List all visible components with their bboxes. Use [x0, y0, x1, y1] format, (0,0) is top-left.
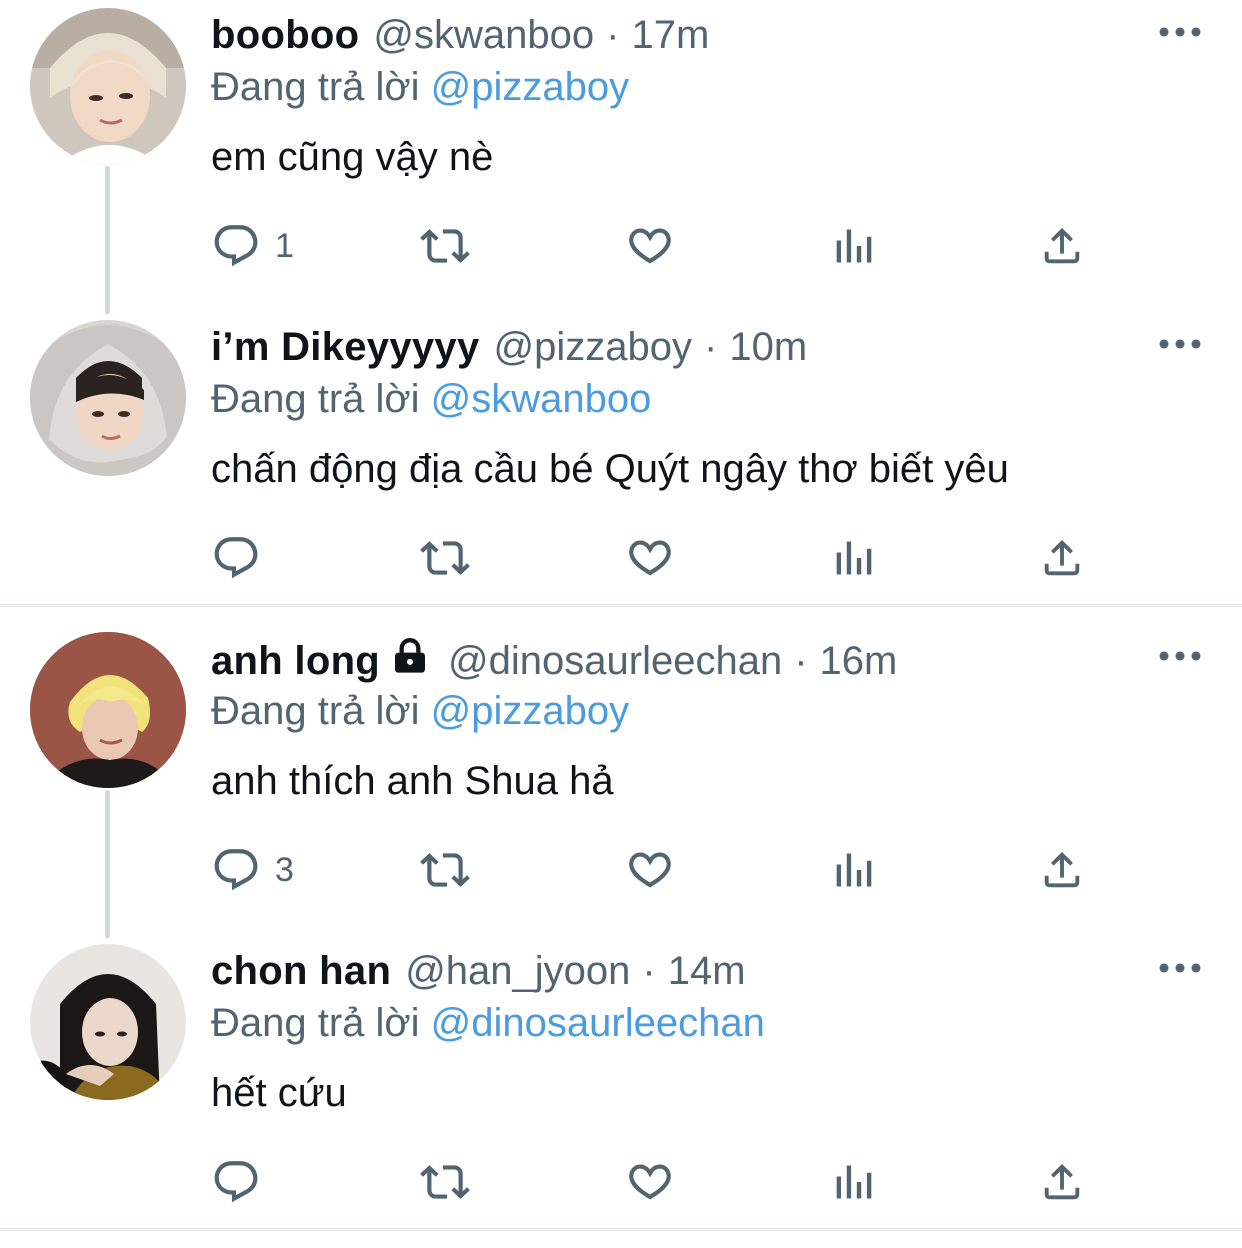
separator-dot: · [704, 325, 718, 369]
replying-to-mention[interactable]: @pizzaboy [431, 689, 629, 733]
tweet-header: chon han @han_jyoon · 14m [211, 948, 746, 994]
like-button[interactable] [625, 842, 675, 898]
share-icon [1044, 851, 1080, 888]
retweet-button[interactable] [417, 530, 473, 586]
retweet-icon [420, 1165, 470, 1199]
replying-to-mention[interactable]: @skwanboo [431, 377, 652, 421]
reply-button[interactable] [211, 1154, 275, 1210]
views-button[interactable] [833, 1154, 877, 1210]
avatar[interactable] [30, 8, 186, 164]
views-icon [836, 541, 872, 575]
replying-to-line: Đang trả lời @pizzaboy [211, 688, 629, 734]
avatar[interactable] [30, 632, 186, 788]
tweet-actions [211, 1154, 1111, 1210]
thread-divider [0, 1228, 1242, 1231]
timestamp[interactable]: 10m [729, 324, 807, 370]
timestamp[interactable]: 16m [820, 638, 898, 684]
replying-to-mention[interactable]: @pizzaboy [431, 65, 629, 109]
user-handle[interactable]: @dinosaurleechan [448, 638, 782, 684]
reply-count: 1 [275, 226, 294, 265]
tweet-actions: 1 [211, 218, 1111, 274]
replying-to-mention[interactable]: @dinosaurleechan [431, 1001, 765, 1045]
share-button[interactable] [1039, 1154, 1085, 1210]
tweet-actions [211, 530, 1111, 586]
replying-to-line: Đang trả lời @dinosaurleechan [211, 1000, 765, 1046]
display-name[interactable]: anh long [211, 638, 380, 684]
separator-dot: · [794, 639, 808, 683]
retweet-icon [420, 229, 470, 263]
retweet-button[interactable] [417, 218, 473, 274]
like-icon [629, 852, 671, 888]
display-name[interactable]: chon han [211, 948, 391, 994]
tweet[interactable]: booboo @skwanboo · 17m Đang trả lời @piz… [0, 0, 1242, 314]
more-icon[interactable] [1158, 22, 1202, 42]
thread-line [105, 166, 110, 314]
user-handle[interactable]: @skwanboo [373, 12, 594, 58]
tweet[interactable]: i’m Dikeyyyyy @pizzaboy · 10m Đang trả l… [0, 312, 1242, 624]
display-name[interactable]: i’m Dikeyyyyy [211, 324, 480, 370]
avatar[interactable] [30, 320, 186, 476]
like-button[interactable] [625, 1154, 675, 1210]
views-icon [836, 853, 872, 887]
user-handle[interactable]: @han_jyoon [405, 948, 630, 994]
replying-prefix: Đang trả lời [211, 1001, 431, 1045]
share-button[interactable] [1039, 530, 1085, 586]
replying-prefix: Đang trả lời [211, 689, 431, 733]
reply-icon [214, 225, 258, 267]
share-button[interactable] [1039, 842, 1085, 898]
display-name[interactable]: booboo [211, 12, 359, 58]
retweet-icon [420, 853, 470, 887]
views-button[interactable] [833, 842, 877, 898]
share-icon [1044, 539, 1080, 576]
tweet-actions: 3 [211, 842, 1111, 898]
views-button[interactable] [833, 530, 877, 586]
lock-icon [390, 636, 430, 686]
more-icon[interactable] [1158, 958, 1202, 978]
retweet-button[interactable] [417, 842, 473, 898]
more-icon[interactable] [1158, 646, 1202, 666]
reply-icon [214, 537, 258, 579]
tweet-header: anh long @dinosaurleechan · 16m [211, 636, 897, 686]
views-button[interactable] [833, 218, 877, 274]
separator-dot: · [606, 13, 620, 57]
reply-icon [214, 1161, 258, 1203]
tweet-text: chấn động địa cầu bé Quýt ngây thơ biết … [211, 447, 1009, 491]
share-button[interactable] [1039, 218, 1085, 274]
reply-button[interactable] [211, 530, 275, 586]
tweet[interactable]: anh long @dinosaurleechan · 16m Đang trả… [0, 624, 1242, 938]
thread-divider [0, 604, 1242, 607]
replying-to-line: Đang trả lời @skwanboo [211, 376, 651, 422]
replying-prefix: Đang trả lời [211, 377, 431, 421]
thread-line [105, 790, 110, 938]
reply-count: 3 [275, 850, 294, 889]
replying-prefix: Đang trả lời [211, 65, 431, 109]
tweet-text: hết cứu [211, 1071, 347, 1115]
like-icon [629, 228, 671, 264]
user-handle[interactable]: @pizzaboy [494, 324, 692, 370]
tweet-header: booboo @skwanboo · 17m [211, 12, 709, 58]
share-icon [1044, 227, 1080, 264]
avatar[interactable] [30, 944, 186, 1100]
like-icon [629, 540, 671, 576]
tweet[interactable]: chon han @han_jyoon · 14m Đang trả lời @… [0, 936, 1242, 1248]
views-icon [836, 229, 872, 263]
reply-button[interactable]: 1 [211, 218, 294, 274]
reply-button[interactable]: 3 [211, 842, 294, 898]
timestamp[interactable]: 17m [631, 12, 709, 58]
tweet-text: anh thích anh Shua hả [211, 759, 614, 803]
separator-dot: · [642, 949, 656, 993]
retweet-icon [420, 541, 470, 575]
more-icon[interactable] [1158, 334, 1202, 354]
retweet-button[interactable] [417, 1154, 473, 1210]
like-icon [629, 1164, 671, 1200]
like-button[interactable] [625, 530, 675, 586]
tweet-header: i’m Dikeyyyyy @pizzaboy · 10m [211, 324, 807, 370]
share-icon [1044, 1163, 1080, 1200]
timestamp[interactable]: 14m [668, 948, 746, 994]
reply-icon [214, 849, 258, 891]
like-button[interactable] [625, 218, 675, 274]
replying-to-line: Đang trả lời @pizzaboy [211, 64, 629, 110]
tweet-text: em cũng vậy nè [211, 135, 494, 179]
views-icon [836, 1165, 872, 1199]
